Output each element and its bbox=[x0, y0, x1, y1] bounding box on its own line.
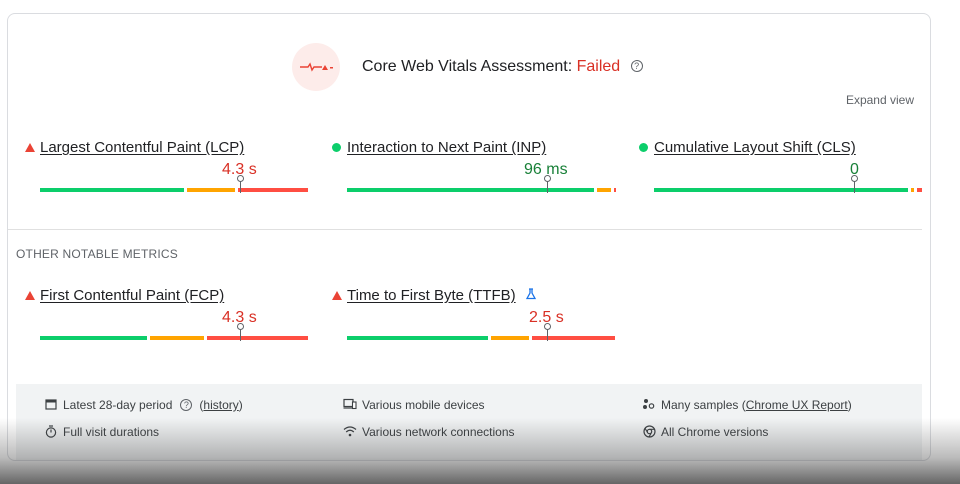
help-icon[interactable]: ? bbox=[630, 60, 643, 72]
section-divider bbox=[8, 229, 922, 230]
metric-fcp: First Contentful Paint (FCP) 4.3 s bbox=[25, 287, 308, 341]
metric-cls-marker bbox=[851, 175, 858, 193]
footer-samples: Many samples (Chrome UX Report) bbox=[642, 398, 852, 412]
poor-triangle-icon bbox=[25, 291, 35, 300]
other-metrics-heading: OTHER NOTABLE METRICS bbox=[16, 247, 178, 261]
metric-lcp-marker bbox=[237, 175, 244, 193]
wifi-icon bbox=[343, 425, 357, 439]
poor-triangle-icon bbox=[332, 291, 342, 300]
data-source-footer bbox=[16, 384, 922, 460]
bar-poor-segment bbox=[207, 336, 308, 340]
metric-lcp: Largest Contentful Paint (LCP) 4.3 s bbox=[25, 139, 308, 193]
bar-poor-segment bbox=[238, 188, 308, 192]
footer-devices-label: Various mobile devices bbox=[362, 398, 485, 412]
footer-durations-label: Full visit durations bbox=[63, 425, 160, 439]
metric-inp-link[interactable]: Interaction to Next Paint (INP) bbox=[347, 139, 546, 156]
bar-needs-improvement-segment bbox=[150, 336, 204, 340]
history-link[interactable]: history bbox=[203, 398, 238, 412]
metric-ttfb: Time to First Byte (TTFB) 2.5 s bbox=[332, 287, 615, 341]
metric-ttfb-distribution-bar bbox=[347, 336, 615, 340]
chrome-icon bbox=[642, 425, 656, 439]
footer-samples-prefix: Many samples ( bbox=[661, 398, 746, 412]
footer-chrome-versions-label: All Chrome versions bbox=[661, 425, 769, 439]
metric-fcp-marker bbox=[237, 323, 244, 341]
metric-fcp-link[interactable]: First Contentful Paint (FCP) bbox=[40, 287, 224, 304]
bar-good-segment bbox=[347, 336, 488, 340]
metric-fcp-distribution-bar bbox=[40, 336, 308, 340]
calendar-icon bbox=[44, 398, 58, 412]
metric-ttfb-marker bbox=[544, 323, 551, 341]
bar-good-segment bbox=[347, 188, 594, 192]
metric-lcp-distribution-bar bbox=[40, 188, 308, 192]
devices-icon bbox=[343, 398, 357, 412]
metric-cls-link[interactable]: Cumulative Layout Shift (CLS) bbox=[654, 139, 856, 156]
bar-needs-improvement-segment bbox=[491, 336, 529, 340]
footer-network-label: Various network connections bbox=[362, 425, 515, 439]
assessment-title: Core Web Vitals Assessment: Failed ? bbox=[362, 58, 643, 76]
bar-good-segment bbox=[40, 188, 184, 192]
poor-triangle-icon bbox=[25, 143, 35, 152]
help-icon[interactable]: ? bbox=[180, 399, 193, 411]
failed-assessment-icon bbox=[292, 43, 340, 91]
metric-inp: Interaction to Next Paint (INP) 96 ms bbox=[332, 139, 616, 193]
metric-lcp-link[interactable]: Largest Contentful Paint (LCP) bbox=[40, 139, 244, 156]
metric-ttfb-link[interactable]: Time to First Byte (TTFB) bbox=[347, 287, 516, 304]
flask-icon[interactable] bbox=[525, 288, 537, 303]
metric-inp-marker bbox=[544, 175, 551, 193]
assessment-label: Core Web Vitals Assessment: bbox=[362, 58, 573, 75]
footer-period: Latest 28-day period ? (history) bbox=[44, 398, 243, 412]
metric-cls-distribution-bar bbox=[654, 188, 922, 192]
chrome-ux-report-link[interactable]: Chrome UX Report bbox=[746, 398, 848, 412]
bar-needs-improvement-segment bbox=[597, 188, 611, 192]
good-dot-icon bbox=[332, 143, 341, 152]
bar-needs-improvement-segment bbox=[187, 188, 235, 192]
samples-icon bbox=[642, 398, 656, 412]
bar-good-segment bbox=[40, 336, 147, 340]
footer-chrome-versions: All Chrome versions bbox=[642, 425, 768, 439]
bar-poor-segment bbox=[614, 188, 616, 192]
footer-durations: Full visit durations bbox=[44, 425, 159, 439]
footer-devices: Various mobile devices bbox=[343, 398, 485, 412]
footer-network: Various network connections bbox=[343, 425, 515, 439]
bar-poor-segment bbox=[532, 336, 615, 340]
metric-cls: Cumulative Layout Shift (CLS) 0 bbox=[639, 139, 922, 193]
expand-view-button[interactable]: Expand view bbox=[846, 93, 914, 107]
footer-period-label: Latest 28-day period bbox=[63, 398, 173, 412]
bar-good-segment bbox=[654, 188, 908, 192]
footer-samples-suffix: ) bbox=[847, 398, 852, 412]
metric-inp-distribution-bar bbox=[347, 188, 616, 192]
good-dot-icon bbox=[639, 143, 648, 152]
timer-icon bbox=[44, 425, 58, 439]
bar-poor-segment bbox=[917, 188, 922, 192]
assessment-status: Failed bbox=[576, 58, 621, 75]
